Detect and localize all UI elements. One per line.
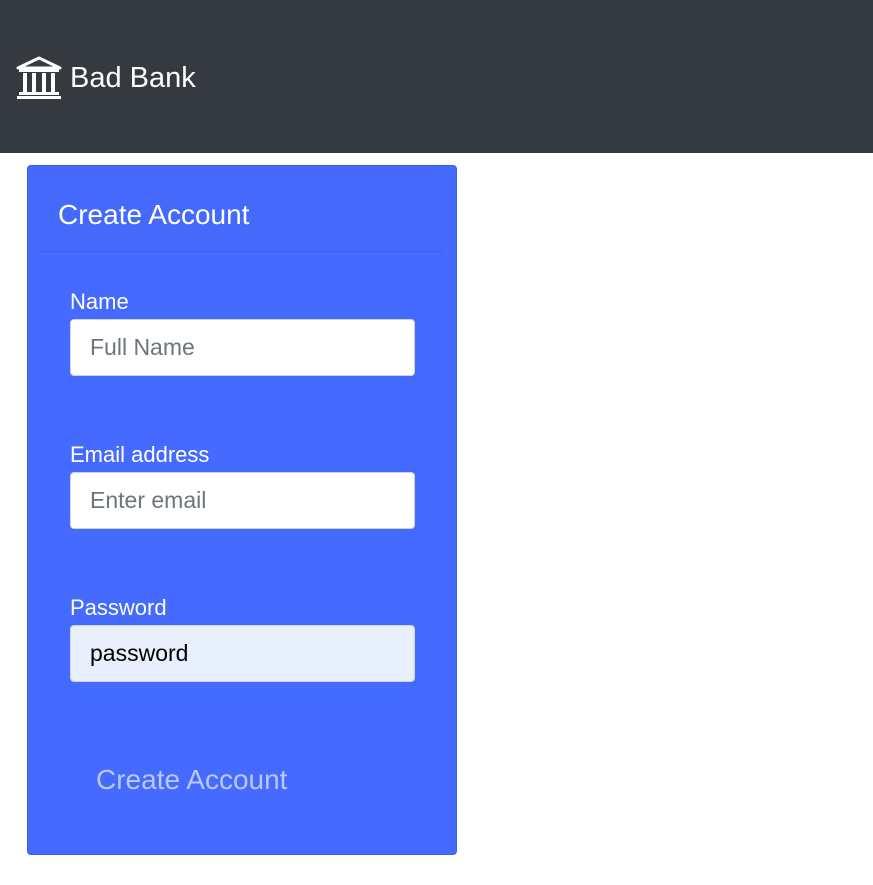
brand-link[interactable]: Bad Bank	[16, 56, 196, 100]
password-input[interactable]	[70, 625, 415, 682]
name-label: Name	[70, 289, 129, 314]
create-account-card: Create Account Name Email address Passwo…	[27, 165, 457, 855]
card-title: Create Account	[58, 199, 250, 230]
bank-building-icon	[16, 56, 62, 100]
email-input[interactable]	[70, 472, 415, 529]
password-label: Password	[70, 595, 167, 620]
email-label: Email address	[70, 442, 210, 467]
brand-label: Bad Bank	[70, 62, 196, 94]
name-input[interactable]	[70, 319, 415, 376]
navbar: Bad Bank	[0, 0, 873, 153]
create-account-button[interactable]: Create Account	[80, 752, 310, 808]
